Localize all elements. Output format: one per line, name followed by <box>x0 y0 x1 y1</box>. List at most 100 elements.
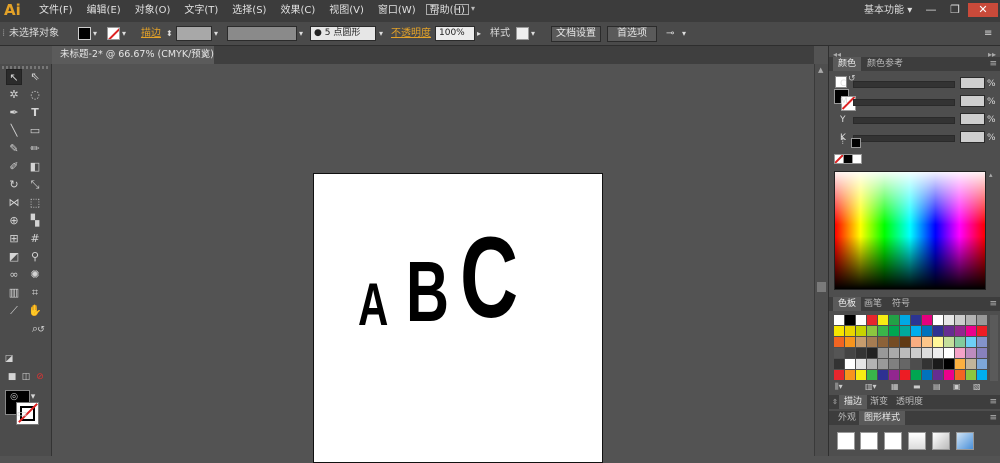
default-fill-stroke-icon[interactable]: ◪ <box>1 351 17 367</box>
graphic-style-default[interactable] <box>837 432 855 450</box>
stroke-weight-spinner-icon[interactable]: ⬍ <box>166 26 173 41</box>
swatch-cell[interactable] <box>867 348 877 358</box>
symbol-sprayer-tool-icon[interactable]: ✺ <box>27 267 43 283</box>
tab-graphic-styles[interactable]: 图形样式 <box>859 411 906 425</box>
swatch-cell[interactable] <box>922 337 932 347</box>
variable-width-profile[interactable] <box>227 26 297 41</box>
swatch-cell[interactable] <box>856 326 866 336</box>
swatch-cell[interactable] <box>966 359 976 369</box>
swatch-cell[interactable] <box>955 359 965 369</box>
swatch-cell[interactable] <box>878 348 888 358</box>
swatch-cell[interactable] <box>889 359 899 369</box>
swatches-scrollbar[interactable] <box>990 315 998 381</box>
swatch-cell[interactable] <box>845 348 855 358</box>
menu-edit[interactable]: 编辑(E) <box>80 0 128 22</box>
swatch-cell[interactable] <box>900 326 910 336</box>
white-color-swatch[interactable] <box>852 154 862 164</box>
color-panel-menu-icon[interactable]: ≡ <box>989 57 997 71</box>
scroll-up-icon[interactable]: ▲ <box>818 66 823 74</box>
column-graph-tool-icon[interactable]: ▥ <box>6 285 22 301</box>
swatch-library-menu-icon[interactable]: ⫼▾ <box>835 382 843 392</box>
brush-dropdown-icon[interactable]: ▾ <box>379 26 383 41</box>
swap-fill-stroke-icon[interactable]: ↺ <box>33 322 49 338</box>
swatch-cell[interactable] <box>867 359 877 369</box>
swatch-cell[interactable] <box>933 348 943 358</box>
swatch-cell[interactable] <box>889 348 899 358</box>
swatch-cell[interactable] <box>845 337 855 347</box>
screen-mode-icon[interactable]: ▭ <box>14 406 30 422</box>
opacity-dropdown-icon[interactable]: ▸ <box>477 26 481 41</box>
menu-type[interactable]: 文字(T) <box>177 0 225 22</box>
swatch-cell[interactable] <box>977 337 987 347</box>
direct-selection-tool-icon[interactable]: ⇖ <box>27 69 43 85</box>
swatch-cell[interactable] <box>911 348 921 358</box>
rectangle-tool-icon[interactable]: ▭ <box>27 123 43 139</box>
swatch-cell[interactable] <box>922 359 932 369</box>
swatch-cell[interactable] <box>845 315 855 325</box>
swatch-cell[interactable] <box>900 359 910 369</box>
swatch-cell[interactable] <box>933 359 943 369</box>
swatch-cell[interactable] <box>878 370 888 380</box>
channel-k-slider[interactable] <box>853 135 955 142</box>
fill-dropdown-icon[interactable]: ▾ <box>93 26 97 41</box>
swatch-cell[interactable] <box>867 326 877 336</box>
tab-color-guide[interactable]: 颜色参考 <box>862 57 908 71</box>
tab-color[interactable]: 颜色 <box>833 57 862 71</box>
arrange-dropdown-icon[interactable]: ▾ <box>471 4 475 13</box>
stroke-dropdown-icon[interactable]: ▾ <box>122 26 126 41</box>
gamut-color-swatch[interactable] <box>851 138 861 148</box>
letter-b[interactable]: B <box>406 244 449 342</box>
swatch-cell[interactable] <box>944 348 954 358</box>
stroke-panel-toggle-icon[interactable]: ⇳ <box>832 395 838 409</box>
swatch-cell[interactable] <box>856 370 866 380</box>
opacity-label[interactable]: 不透明度 <box>391 26 431 41</box>
pencil-tool-icon[interactable]: ✏ <box>27 141 43 157</box>
swatch-cell[interactable] <box>933 337 943 347</box>
tab-transparency[interactable]: 透明度 <box>891 395 928 409</box>
appearance-panel-menu-icon[interactable]: ≡ <box>989 411 997 425</box>
color-panel-resize-icon[interactable]: ▴ <box>989 171 993 179</box>
swatch-cell[interactable] <box>933 370 943 380</box>
stroke-label[interactable]: 描边 <box>141 26 161 41</box>
lasso-tool-icon[interactable]: ◌ <box>27 87 43 103</box>
out-of-gamut-icon[interactable]: ⇡ <box>839 137 847 147</box>
letter-a[interactable]: A <box>358 270 388 339</box>
slice-tool-icon[interactable]: ⟋ <box>6 303 22 319</box>
swatch-cell[interactable] <box>966 337 976 347</box>
swatch-cell[interactable] <box>955 337 965 347</box>
bridge-icon[interactable] <box>426 4 438 15</box>
isolate-icon[interactable]: ⊸ <box>666 26 674 41</box>
swatch-cell[interactable] <box>966 315 976 325</box>
swatch-cell[interactable] <box>977 348 987 358</box>
opacity-input[interactable]: 100% <box>435 26 475 41</box>
swatch-cell[interactable] <box>911 370 921 380</box>
letter-c[interactable]: C <box>460 212 518 344</box>
swatch-cell[interactable] <box>977 315 987 325</box>
tab-swatches[interactable]: 色板 <box>833 297 862 311</box>
swatch-cell[interactable] <box>955 348 965 358</box>
workspace-switcher[interactable]: 基本功能 ▾ <box>864 0 912 22</box>
swatch-cell[interactable] <box>944 337 954 347</box>
tab-symbols[interactable]: 符号 <box>887 297 915 311</box>
swatch-cell[interactable] <box>878 315 888 325</box>
restore-button[interactable]: ❐ <box>944 3 966 17</box>
width-tool-icon[interactable]: ⋈ <box>6 195 22 211</box>
swatch-cell[interactable] <box>856 359 866 369</box>
swatch-cell[interactable] <box>834 359 844 369</box>
swatch-cell[interactable] <box>966 348 976 358</box>
swatch-cell[interactable] <box>856 315 866 325</box>
live-paint-tool-icon[interactable]: ▚ <box>27 213 43 229</box>
channel-m-value[interactable] <box>960 95 985 107</box>
swatch-cell[interactable] <box>922 370 932 380</box>
style-dropdown-icon[interactable]: ▾ <box>531 26 535 41</box>
swatch-cell[interactable] <box>977 370 987 380</box>
swatch-cell[interactable] <box>955 315 965 325</box>
swatch-cell[interactable] <box>944 315 954 325</box>
swatch-cell[interactable] <box>922 326 932 336</box>
eyedropper-tool-icon[interactable]: ⚲ <box>27 249 43 265</box>
channel-y-slider[interactable] <box>853 117 955 124</box>
swatch-cell[interactable] <box>845 359 855 369</box>
stroke-swatch[interactable] <box>107 27 120 40</box>
line-tool-icon[interactable]: ╲ <box>6 123 22 139</box>
swatch-cell[interactable] <box>944 370 954 380</box>
